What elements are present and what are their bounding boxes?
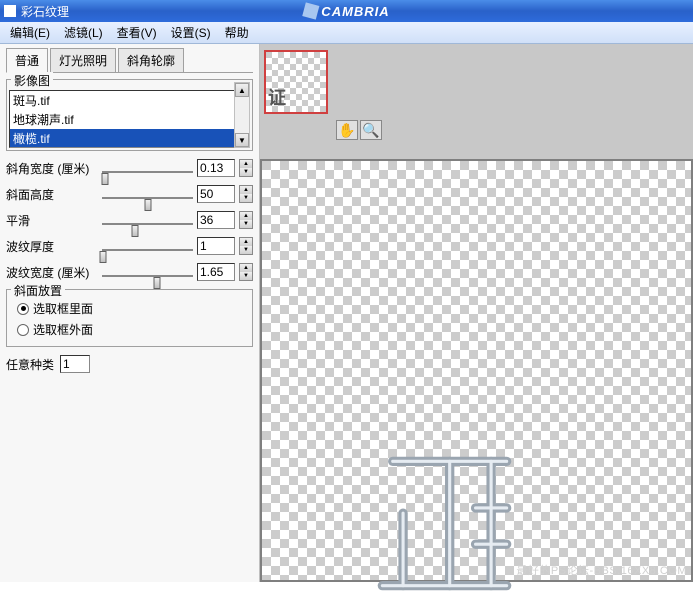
slider-label: 波纹宽度 (厘米) (6, 264, 98, 281)
spin-down-icon[interactable]: ▼ (240, 168, 252, 176)
title-bar: 彩石纹理 CAMBRIA (0, 0, 693, 22)
slider-thumb[interactable] (99, 251, 106, 263)
brand-name: CAMBRIA (321, 4, 389, 19)
radio-inside[interactable]: 选取框里面 (17, 298, 242, 319)
slider-row: 波纹厚度 ▲ ▼ (6, 237, 253, 255)
bevel-placement-group: 斜面放置 选取框里面 选取框外面 (6, 289, 253, 347)
spin-up-icon[interactable]: ▲ (240, 160, 252, 168)
slider-label: 斜角宽度 (厘米) (6, 160, 98, 177)
menu-help[interactable]: 帮助 (219, 22, 255, 43)
tab-bevel-profile[interactable]: 斜角轮廓 (118, 48, 184, 72)
canvas-content (372, 451, 517, 596)
menu-bar: 编辑(E) 滤镜(L) 查看(V) 设置(S) 帮助 (0, 22, 693, 44)
slider-thumb[interactable] (131, 225, 138, 237)
slider-track[interactable] (102, 213, 193, 227)
canvas[interactable] (262, 161, 691, 580)
preview-glyph: 证 (268, 84, 286, 110)
slider-track[interactable] (102, 161, 193, 175)
slider-row: 波纹宽度 (厘米) ▲ ▼ (6, 263, 253, 281)
slider-thumb[interactable] (101, 173, 108, 185)
window-title: 彩石纹理 (21, 3, 69, 20)
spinner[interactable]: ▲ ▼ (239, 159, 253, 177)
zoom-tool-icon[interactable]: 🔍 (360, 120, 382, 140)
preview-thumbnail[interactable]: 证 (264, 50, 328, 114)
slider-thumb[interactable] (144, 199, 151, 211)
spin-up-icon[interactable]: ▲ (240, 186, 252, 194)
image-map-group: 影像图 斑马.tif 地球潮声.tif 橄榄.tif 海滩.tif ▲ ▼ (6, 79, 253, 151)
slider-track[interactable] (102, 239, 193, 253)
spinner[interactable]: ▲ ▼ (239, 237, 253, 255)
slider-thumb[interactable] (153, 277, 160, 289)
listbox-scrollbar[interactable]: ▲ ▼ (234, 82, 250, 148)
radio-icon[interactable] (17, 324, 29, 336)
preview-pane: 证 ✋ 🔍 (260, 44, 693, 582)
slider-row: 斜角宽度 (厘米) ▲ ▼ (6, 159, 253, 177)
list-item[interactable]: 地球潮声.tif (10, 110, 234, 129)
tab-strip: 普通 灯光照明 斜角轮廓 (6, 48, 253, 73)
spinner[interactable]: ▲ ▼ (239, 263, 253, 281)
slider-row: 平滑 ▲ ▼ (6, 211, 253, 229)
slider-input[interactable] (197, 185, 235, 203)
tab-general[interactable]: 普通 (6, 48, 48, 73)
window-icon (4, 5, 16, 17)
seed-input[interactable] (60, 355, 90, 373)
spin-up-icon[interactable]: ▲ (240, 238, 252, 246)
slider-track[interactable] (102, 265, 193, 279)
seed-row: 任意种类 (6, 355, 253, 373)
slider-track[interactable] (102, 187, 193, 201)
slider-input[interactable] (197, 237, 235, 255)
slider-input[interactable] (197, 159, 235, 177)
radio-outside[interactable]: 选取框外面 (17, 319, 242, 340)
slider-input[interactable] (197, 263, 235, 281)
slider-label: 斜面高度 (6, 186, 98, 203)
spinner[interactable]: ▲ ▼ (239, 185, 253, 203)
spin-down-icon[interactable]: ▼ (240, 194, 252, 202)
bevel-placement-label: 斜面放置 (11, 282, 65, 299)
menu-filter[interactable]: 滤镜(L) (58, 22, 109, 43)
image-listbox[interactable]: 斑马.tif 地球潮声.tif 橄榄.tif 海滩.tif (9, 90, 235, 148)
spin-down-icon[interactable]: ▼ (240, 246, 252, 254)
menu-edit[interactable]: 编辑(E) (4, 22, 56, 43)
brand-logo: CAMBRIA (303, 4, 389, 19)
image-map-label: 影像图 (11, 72, 53, 89)
cambria-logo-icon (302, 2, 319, 19)
tab-lighting[interactable]: 灯光照明 (50, 48, 116, 72)
list-item[interactable]: 橄榄.tif (10, 129, 234, 148)
radio-label: 选取框外面 (33, 321, 93, 338)
spin-down-icon[interactable]: ▼ (240, 272, 252, 280)
radio-label: 选取框里面 (33, 300, 93, 317)
scroll-down-icon[interactable]: ▼ (235, 133, 249, 147)
slider-label: 平滑 (6, 212, 98, 229)
menu-settings[interactable]: 设置(S) (165, 22, 217, 43)
slider-row: 斜面高度 ▲ ▼ (6, 185, 253, 203)
spin-up-icon[interactable]: ▲ (240, 212, 252, 220)
scroll-up-icon[interactable]: ▲ (235, 83, 249, 97)
preview-toolbar: 证 ✋ 🔍 (260, 44, 693, 159)
radio-icon[interactable] (17, 303, 29, 315)
scroll-track[interactable] (235, 97, 249, 133)
settings-panel: 普通 灯光照明 斜角轮廓 影像图 斑马.tif 地球潮声.tif 橄榄.tif … (0, 44, 260, 582)
spin-down-icon[interactable]: ▼ (240, 220, 252, 228)
spin-up-icon[interactable]: ▲ (240, 264, 252, 272)
pan-tool-icon[interactable]: ✋ (336, 120, 358, 140)
menu-view[interactable]: 查看(V) (111, 22, 163, 43)
list-item[interactable]: 斑马.tif (10, 91, 234, 110)
slider-input[interactable] (197, 211, 235, 229)
slider-label: 波纹厚度 (6, 238, 98, 255)
watermark: 最好的PS论坛-BBS.16XX8.COM (516, 562, 687, 578)
seed-label: 任意种类 (6, 356, 54, 373)
spinner[interactable]: ▲ ▼ (239, 211, 253, 229)
